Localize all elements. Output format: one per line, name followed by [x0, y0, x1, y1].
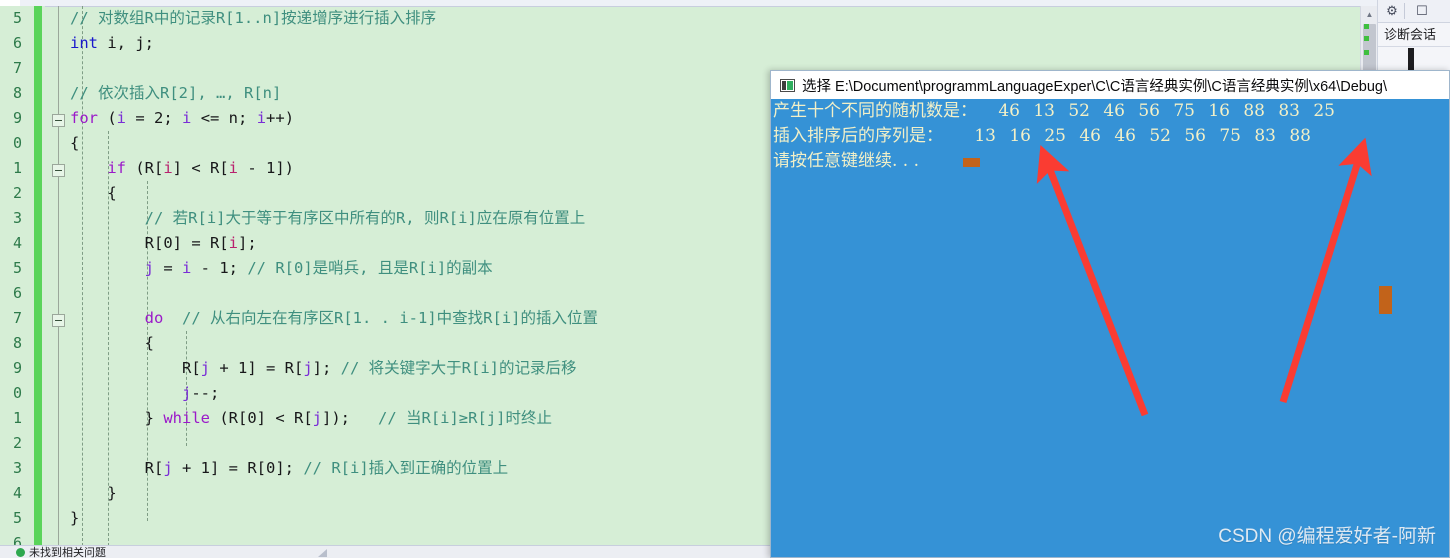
- line-number: 1: [12, 409, 22, 427]
- line-number: 7: [12, 59, 22, 77]
- line-number: 8: [12, 334, 22, 352]
- console-number-list: 46 13 52 46 56 75 16 88 83 25: [985, 99, 1335, 124]
- console-number-list: 13 16 25 46 46 52 56 75 83 88: [961, 124, 1311, 149]
- line-number: 8: [12, 84, 22, 102]
- console-prompt: 请按任意键继续. . .: [773, 151, 920, 171]
- scroll-change-mark-2: [1364, 36, 1369, 41]
- outlining-vertical-line: [58, 6, 59, 546]
- console-number: 13: [974, 126, 996, 146]
- line-number: 0: [12, 384, 22, 402]
- console-line-label: 产生十个不同的随机数是：: [773, 101, 977, 121]
- line-number-column: 5678901234567890123456: [0, 6, 22, 556]
- console-line-label: 插入排序后的序列是：: [773, 126, 943, 146]
- console-cursor-block: [963, 158, 980, 167]
- line-number: 1: [12, 159, 22, 177]
- console-number: 88: [1289, 126, 1311, 146]
- line-number: 4: [12, 484, 22, 502]
- outlining-rail[interactable]: [50, 6, 66, 546]
- csdn-watermark: CSDN @编程爱好者-阿新: [1218, 526, 1436, 547]
- line-number: 6: [12, 284, 22, 302]
- console-window[interactable]: 选择 E:\Document\programmLanguageExper\C\C…: [770, 70, 1450, 558]
- console-number: 56: [1138, 101, 1160, 121]
- diagnostics-divider: [1378, 46, 1450, 47]
- collapse-box-if[interactable]: [52, 164, 65, 177]
- scroll-up-arrow-icon[interactable]: ▲: [1361, 6, 1378, 23]
- console-title-text: 选择 E:\Document\programmLanguageExper\C\C…: [802, 78, 1388, 95]
- scroll-change-mark-3: [1364, 50, 1369, 55]
- code-line[interactable]: int i, j;: [70, 31, 1350, 56]
- console-title-bar[interactable]: 选择 E:\Document\programmLanguageExper\C\C…: [771, 71, 1449, 99]
- change-indicator-bar: [34, 6, 42, 546]
- diagnostics-toolbar[interactable]: ⚙ ☐: [1378, 0, 1450, 23]
- line-number: 2: [12, 184, 22, 202]
- line-number: 0: [12, 134, 22, 152]
- selection-left-edge: [42, 6, 45, 546]
- console-number: 25: [1313, 101, 1335, 121]
- line-number: 6: [12, 34, 22, 52]
- window-icon[interactable]: ☐: [1414, 3, 1430, 19]
- line-number: 4: [12, 234, 22, 252]
- console-number: 46: [1114, 126, 1136, 146]
- console-number: 83: [1278, 101, 1300, 121]
- console-output-line: 插入排序后的序列是： 13 16 25 46 46 52 56 75 83 88: [773, 124, 1311, 149]
- line-number: 7: [12, 309, 22, 327]
- collapse-box-for-loop[interactable]: [52, 114, 65, 127]
- console-number: 83: [1254, 126, 1276, 146]
- resize-grip-icon[interactable]: [318, 549, 327, 557]
- diagnostics-panel-title: 诊断会话: [1384, 27, 1437, 42]
- toolbar-separator: [1404, 3, 1405, 19]
- console-number: 16: [1009, 126, 1031, 146]
- console-number: 52: [1068, 101, 1090, 121]
- line-number: 5: [12, 9, 22, 27]
- status-ok-icon: [16, 547, 25, 557]
- line-number: 9: [12, 359, 22, 377]
- error-list-status-text: 未找到相关问题: [29, 547, 106, 558]
- line-number: 5: [12, 259, 22, 277]
- console-number: 75: [1219, 126, 1241, 146]
- error-list-status[interactable]: 未找到相关问题: [16, 546, 106, 558]
- console-window-icon: [780, 78, 795, 92]
- line-number: 5: [12, 509, 22, 527]
- line-number: 3: [12, 459, 22, 477]
- screenshot-root: 5678901234567890123456 // 对数组R中的记录R[1..n…: [0, 0, 1450, 558]
- gear-icon[interactable]: ⚙: [1384, 3, 1400, 19]
- console-output: 产生十个不同的随机数是： 46 13 52 46 56 75 16 88 83 25 插入排序后的序列…: [771, 99, 1449, 558]
- console-number: 52: [1149, 126, 1171, 146]
- collapse-box-do-while[interactable]: [52, 314, 65, 327]
- console-number: 56: [1184, 126, 1206, 146]
- console-number: 88: [1243, 101, 1265, 121]
- console-number: 13: [1033, 101, 1055, 121]
- console-number: 25: [1044, 126, 1066, 146]
- console-number: 46: [998, 101, 1020, 121]
- code-line[interactable]: // 对数组R中的记录R[1..n]按递增序进行插入排序: [70, 6, 1350, 31]
- console-edge-marker: [1379, 286, 1392, 314]
- line-number: 9: [12, 109, 22, 127]
- console-number: 46: [1079, 126, 1101, 146]
- line-number: 3: [12, 209, 22, 227]
- console-number: 75: [1173, 101, 1195, 121]
- scroll-change-mark-1: [1364, 24, 1369, 29]
- console-output-line: 产生十个不同的随机数是： 46 13 52 46 56 75 16 88 83 25: [773, 99, 1335, 124]
- console-number: 46: [1103, 101, 1125, 121]
- line-number: 2: [12, 434, 22, 452]
- console-number: 16: [1208, 101, 1230, 121]
